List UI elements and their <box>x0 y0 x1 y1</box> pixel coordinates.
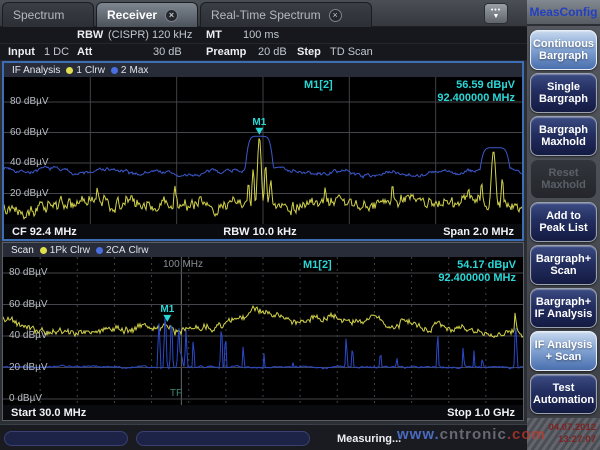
marker-name: M1[2] <box>303 259 332 271</box>
marker-level: 54.17 dBµV <box>438 259 516 272</box>
center-frequency[interactable]: CF 92.4 MHz <box>12 226 77 238</box>
freq-gridline-label: 100 MHz <box>153 259 213 270</box>
step-label: Step <box>297 46 321 58</box>
marker-name: M1[2] <box>304 79 333 91</box>
settings-bar: RBW (CISPR) 120 kHz MT 100 ms Input 1 DC… <box>0 27 527 61</box>
marker-readout: 54.17 dBµV 92.400000 MHz <box>438 259 516 285</box>
y-tick-40: 40 dBµV <box>9 330 48 341</box>
softkey-menu-title: MeasConfig <box>527 0 600 26</box>
scan-window: Scan 1Pk Clrw 2CA Clrw M1 100 MHz TF 80 … <box>2 242 524 421</box>
if-analysis-window: IF Analysis 1 Clrw 2 Max M1 80 dBµV 60 d… <box>2 61 524 241</box>
tab-label: Spectrum <box>13 8 64 22</box>
marker-level: 56.59 dBµV <box>437 79 515 92</box>
measuring-status: Measuring... <box>337 433 401 445</box>
input-value[interactable]: 1 DC <box>44 46 69 58</box>
trace1-tag[interactable]: 1 Clrw <box>66 65 105 76</box>
yellow-trace-dot-icon <box>40 247 47 254</box>
watermark: www.cntronic.com <box>397 426 546 443</box>
marker-readout: 56.59 dBµV 92.400000 MHz <box>437 79 515 105</box>
window-title: IF Analysis <box>12 65 60 76</box>
tab-label: Receiver <box>107 8 157 22</box>
trace1-tag[interactable]: 1Pk Clrw <box>40 245 90 256</box>
rbw-value[interactable]: (CISPR) 120 kHz <box>108 29 192 41</box>
span-readout[interactable]: Span 2.0 MHz <box>443 226 514 238</box>
softkey-bargraph-if-analysis[interactable]: Bargraph+ IF Analysis <box>530 288 597 328</box>
tab-receiver[interactable]: Receiver × <box>96 2 198 27</box>
input-label: Input <box>8 46 35 58</box>
window-title: Scan <box>11 245 34 256</box>
y-tick-0: 0 dBµV <box>9 393 42 404</box>
mt-value[interactable]: 100 ms <box>243 29 279 41</box>
status-field-2 <box>136 431 310 446</box>
if-analysis-header[interactable]: IF Analysis 1 Clrw 2 Max <box>4 63 522 77</box>
if-analysis-chart[interactable]: M1 80 dBµV 60 dBµV 40 dBµV 20 dBµV M1[2]… <box>4 77 522 227</box>
softkey-add-to-peak-list[interactable]: Add to Peak List <box>530 202 597 242</box>
svg-text:M1: M1 <box>252 117 266 128</box>
softkey-reset-maxhold: Reset Maxhold <box>530 159 597 199</box>
blue-trace-dot-icon <box>96 247 103 254</box>
date-value: 04.07.2012 <box>548 422 596 434</box>
tab-label: Real-Time Spectrum <box>211 8 321 22</box>
trace2-tag[interactable]: 2 Max <box>111 65 148 76</box>
close-icon[interactable]: × <box>165 9 178 22</box>
marker-frequency: 92.400000 MHz <box>437 92 515 105</box>
close-icon[interactable]: × <box>329 9 342 22</box>
blue-trace-dot-icon <box>111 67 118 74</box>
time-value: 13:27:07 <box>558 434 596 446</box>
softkey-bargraph-scan[interactable]: Bargraph+ Scan <box>530 245 597 285</box>
softkey-single-bargraph[interactable]: Single Bargraph <box>530 73 597 113</box>
softkey-if-analysis-scan[interactable]: IF Analysis + Scan <box>530 331 597 371</box>
tab-bar: Spectrum Receiver × Real-Time Spectrum ×… <box>0 0 527 27</box>
y-tick-80: 80 dBµV <box>10 96 49 107</box>
svg-text:M1: M1 <box>160 304 174 315</box>
trace2-tag[interactable]: 2CA Clrw <box>96 245 148 256</box>
y-tick-60: 60 dBµV <box>9 299 48 310</box>
transducer-label: TF <box>153 388 199 399</box>
y-tick-20: 20 dBµV <box>9 362 48 373</box>
scan-header[interactable]: Scan 1Pk Clrw 2CA Clrw <box>3 243 523 257</box>
yellow-trace-dot-icon <box>66 67 73 74</box>
y-tick-40: 40 dBµV <box>10 157 49 168</box>
softkey-sidebar: MeasConfig Continuous Bargraph Single Ba… <box>527 0 600 450</box>
scan-footer: Start 30.0 MHz Stop 1.0 GHz <box>3 405 523 420</box>
stop-frequency[interactable]: Stop 1.0 GHz <box>447 407 515 419</box>
softkey-continuous-bargraph[interactable]: Continuous Bargraph <box>530 30 597 70</box>
if-analysis-footer: CF 92.4 MHz RBW 10.0 kHz Span 2.0 MHz <box>4 224 522 239</box>
y-tick-20: 20 dBµV <box>10 188 49 199</box>
preamp-label: Preamp <box>206 46 246 58</box>
settings-row-1: RBW (CISPR) 120 kHz MT 100 ms <box>0 27 527 44</box>
rbw-readout[interactable]: RBW 10.0 kHz <box>77 226 443 238</box>
marker-frequency: 92.400000 MHz <box>438 272 516 285</box>
mt-label: MT <box>206 29 222 41</box>
chevron-down-icon: ▼ <box>493 13 500 20</box>
scan-chart[interactable]: M1 100 MHz TF 80 dBµV 60 dBµV 40 dBµV 20… <box>3 257 523 406</box>
instrument-screen: Spectrum Receiver × Real-Time Spectrum ×… <box>0 0 600 450</box>
tab-realtime-spectrum[interactable]: Real-Time Spectrum × <box>200 2 372 27</box>
tab-spectrum[interactable]: Spectrum <box>2 2 94 27</box>
softkey-test-automation[interactable]: Test Automation <box>530 374 597 414</box>
att-value[interactable]: 30 dB <box>153 46 182 58</box>
tab-overflow-button[interactable]: ••• ▼ <box>484 3 508 24</box>
y-tick-60: 60 dBµV <box>10 127 49 138</box>
rbw-label: RBW <box>77 29 103 41</box>
softkey-bargraph-maxhold[interactable]: Bargraph Maxhold <box>530 116 597 156</box>
y-tick-80: 80 dBµV <box>9 267 48 278</box>
step-value[interactable]: TD Scan <box>330 46 373 58</box>
preamp-value[interactable]: 20 dB <box>258 46 287 58</box>
att-label: Att <box>77 46 92 58</box>
start-frequency[interactable]: Start 30.0 MHz <box>11 407 86 419</box>
status-field-1 <box>4 431 128 446</box>
settings-row-2: Input 1 DC Att 30 dB Preamp 20 dB Step T… <box>0 44 527 61</box>
